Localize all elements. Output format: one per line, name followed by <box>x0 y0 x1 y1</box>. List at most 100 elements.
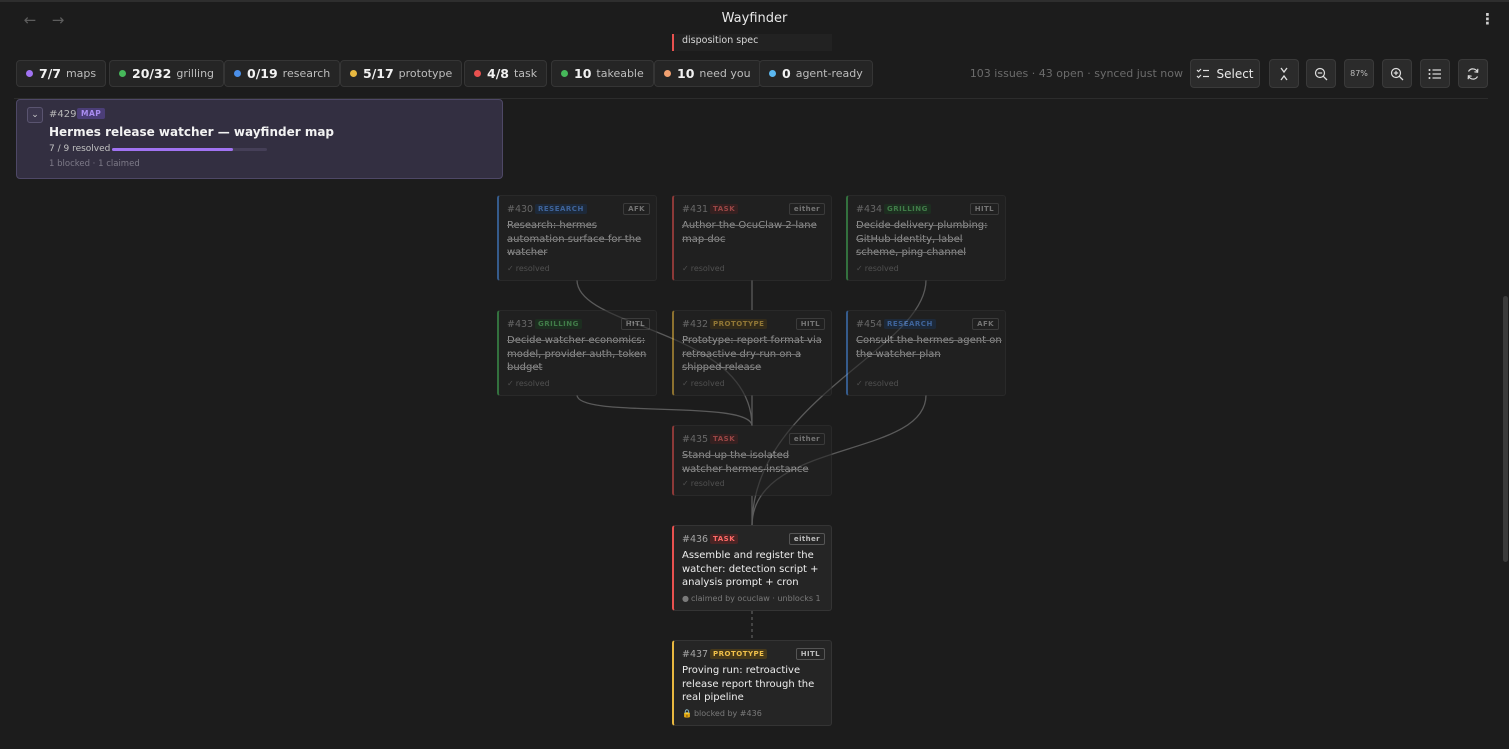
chevron-down-icon[interactable]: ⌄ <box>27 107 43 123</box>
chip-count: 10 <box>677 66 695 81</box>
chip-takeable[interactable]: 10 takeable <box>551 60 654 87</box>
check-icon: ✓ <box>682 479 689 488</box>
issue-number: #433 <box>507 319 534 330</box>
dot-icon <box>234 70 241 77</box>
issue-number: #432 <box>682 319 709 330</box>
issue-number: #431 <box>682 204 709 215</box>
issue-title: Prototype: report format via retroactive… <box>682 335 822 373</box>
dot-icon <box>119 70 126 77</box>
vertical-scrollbar[interactable] <box>1503 296 1508 562</box>
issue-number: #430 <box>507 204 534 215</box>
issue-tag: PROTOTYPE <box>710 319 768 329</box>
select-label: Select <box>1216 66 1254 81</box>
issue-tag: TASK <box>710 434 739 444</box>
dot-icon <box>474 70 481 77</box>
kebab-menu-icon[interactable]: ⋮ <box>1480 10 1495 28</box>
chip-label: need you <box>699 67 751 80</box>
chip-count: 10 <box>574 66 592 81</box>
chip-label: research <box>282 67 331 80</box>
issue-number: #436 <box>682 534 709 545</box>
collapse-icon <box>1280 67 1288 80</box>
map-subtitle: 1 blocked · 1 claimed <box>49 159 140 169</box>
issue-number: #437 <box>682 649 709 660</box>
issue-card-434[interactable]: #434 GRILLING HITL Decide delivery plumb… <box>846 195 1006 281</box>
lock-icon: 🔒 <box>682 709 692 718</box>
issue-title: Decide watcher economics: model, provide… <box>507 335 647 373</box>
zoom-in-button[interactable] <box>1382 59 1412 88</box>
issue-tag: TASK <box>710 534 739 544</box>
map-tag: MAP <box>77 108 106 119</box>
chip-count: 7/7 <box>39 66 61 81</box>
list-icon <box>1428 68 1441 79</box>
issue-status-text: resolved <box>864 264 899 273</box>
issue-tag: GRILLING <box>535 319 582 329</box>
issue-status-text: resolved <box>690 379 725 388</box>
issue-card-431[interactable]: #431 TASK either Author the OcuClaw 2-la… <box>672 195 832 281</box>
issue-tag: GRILLING <box>884 204 931 214</box>
chip-prototype[interactable]: 5/17 prototype <box>340 60 463 87</box>
issue-status: ✓ resolved <box>507 379 550 388</box>
checklist-icon <box>1197 68 1210 78</box>
issue-card-436[interactable]: #436 TASK either Assemble and register t… <box>672 525 832 611</box>
collapse-all-button[interactable] <box>1269 59 1299 88</box>
claimed-dot-icon: ● <box>682 594 689 603</box>
chip-count: 0 <box>782 66 791 81</box>
check-icon: ✓ <box>856 379 863 388</box>
chip-research[interactable]: 0/19 research <box>224 60 341 87</box>
issue-mode: HITL <box>795 318 825 330</box>
chip-grilling[interactable]: 20/32 grilling <box>109 60 225 87</box>
issue-tag: RESEARCH <box>884 319 936 329</box>
list-view-button[interactable] <box>1420 59 1450 88</box>
zoom-level-button[interactable]: 87% <box>1344 59 1374 88</box>
issue-status-text: resolved <box>515 264 550 273</box>
chip-need-you[interactable]: 10 need you <box>654 60 761 87</box>
issue-card-433[interactable]: #433 GRILLING HITL Decide watcher econom… <box>497 310 657 396</box>
issue-title: Research: hermes automation surface for … <box>507 220 642 258</box>
check-icon: ✓ <box>507 264 514 273</box>
chip-agent-ready[interactable]: 0 agent-ready <box>759 60 873 87</box>
chip-label: grilling <box>176 67 215 80</box>
dot-icon <box>350 70 357 77</box>
issue-mode: AFK <box>623 203 650 215</box>
issue-mode: HITL <box>969 203 999 215</box>
issue-status: ✓ resolved <box>856 264 899 273</box>
dot-icon <box>769 70 776 77</box>
issue-mode: either <box>788 203 825 215</box>
chip-count: 5/17 <box>363 66 394 81</box>
issue-mode: AFK <box>972 318 999 330</box>
issue-tag: RESEARCH <box>535 204 587 214</box>
issue-status: 🔒 blocked by #436 <box>682 709 762 718</box>
issue-card-454[interactable]: #454 RESEARCH AFK Consult the hermes age… <box>846 310 1006 396</box>
window-top-edge <box>0 0 1509 2</box>
chip-maps[interactable]: 7/7 maps <box>16 60 107 87</box>
issue-card-432[interactable]: #432 PROTOTYPE HITL Prototype: report fo… <box>672 310 832 396</box>
refresh-button[interactable] <box>1458 59 1488 88</box>
sync-status: 103 issues · 43 open · synced just now <box>969 67 1183 80</box>
graph-canvas[interactable]: ⌄ #429 MAP Hermes release watcher — wayf… <box>0 99 1509 749</box>
issue-card-437[interactable]: #437 PROTOTYPE HITL Proving run: retroac… <box>672 640 832 726</box>
map-title: Hermes release watcher — wayfinder map <box>49 125 335 139</box>
dot-icon <box>664 70 671 77</box>
issue-card-435[interactable]: #435 TASK either Stand up the isolated w… <box>672 425 832 496</box>
peek-card[interactable]: disposition spec <box>672 34 832 51</box>
issue-tag: PROTOTYPE <box>710 649 768 659</box>
zoom-out-icon <box>1314 67 1328 80</box>
issue-mode: either <box>788 533 825 545</box>
chip-task[interactable]: 4/8 task <box>464 60 548 87</box>
zoom-out-button[interactable] <box>1306 59 1336 88</box>
issue-title: Author the OcuClaw 2-lane map doc <box>682 220 817 245</box>
issue-status: ✓ resolved <box>682 479 725 488</box>
issue-status-text: resolved <box>864 379 899 388</box>
chip-count: 20/32 <box>132 66 172 81</box>
chip-label: prototype <box>398 67 453 80</box>
select-button[interactable]: Select <box>1190 59 1260 88</box>
dot-icon <box>561 70 568 77</box>
issue-card-430[interactable]: #430 RESEARCH AFK Research: hermes autom… <box>497 195 657 281</box>
check-icon: ✓ <box>682 264 689 273</box>
issue-tag: TASK <box>710 204 739 214</box>
issue-status: ✓ resolved <box>507 264 550 273</box>
map-card[interactable]: ⌄ #429 MAP Hermes release watcher — wayf… <box>16 99 503 179</box>
issue-title: Assemble and register the watcher: detec… <box>682 550 819 588</box>
issue-status: ✓ resolved <box>682 264 725 273</box>
issue-mode: either <box>788 433 825 445</box>
